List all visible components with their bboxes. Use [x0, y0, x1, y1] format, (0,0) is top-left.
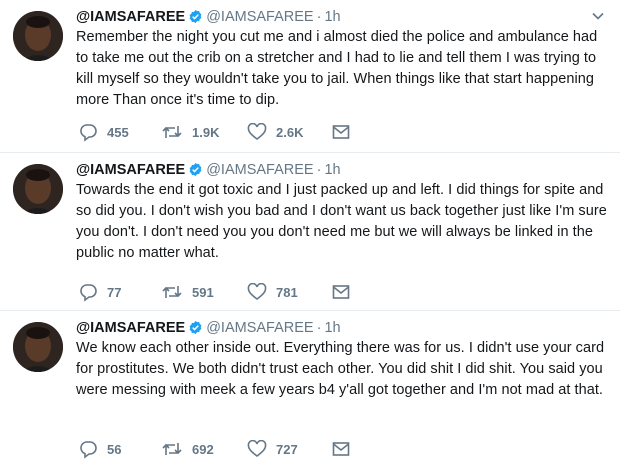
separator-dot: · — [316, 162, 322, 178]
retweet-icon — [161, 440, 183, 458]
user-handle[interactable]: @IAMSAFAREE — [206, 320, 313, 336]
like-count: 781 — [276, 284, 298, 300]
tweet-feed: @IAMSAFAREE @IAMSAFAREE · 1h Remember the n… — [0, 0, 620, 469]
like-count: 2.6K — [276, 124, 304, 140]
retweet-icon — [161, 123, 183, 141]
like-button[interactable]: 781 — [247, 281, 298, 303]
tweet[interactable]: @IAMSAFAREE @IAMSAFAREE · 1h Towards the en… — [0, 153, 620, 311]
tweet-header: @IAMSAFAREE @IAMSAFAREE · 1h — [76, 319, 341, 340]
display-name[interactable]: @IAMSAFAREE — [76, 162, 185, 178]
chevron-down-icon[interactable] — [590, 8, 606, 24]
retweet-count: 692 — [192, 441, 214, 457]
verified-badge-icon — [188, 320, 203, 340]
heart-icon — [247, 123, 267, 141]
user-handle[interactable]: @IAMSAFAREE — [206, 9, 313, 25]
reply-icon — [78, 282, 98, 302]
retweet-count: 1.9K — [192, 124, 220, 140]
reply-count: 56 — [107, 441, 122, 457]
reply-button[interactable]: 77 — [78, 281, 121, 303]
heart-icon — [247, 440, 267, 458]
retweet-count: 591 — [192, 284, 214, 300]
direct-message-button[interactable] — [332, 438, 350, 460]
tweet[interactable]: @IAMSAFAREE @IAMSAFAREE · 1h Remember the n… — [0, 0, 620, 153]
like-button[interactable]: 2.6K — [247, 121, 303, 143]
envelope-icon — [332, 441, 350, 457]
retweet-button[interactable]: 591 — [161, 281, 214, 303]
direct-message-button[interactable] — [332, 121, 350, 143]
tweet-text: Remember the night you cut me and i almo… — [76, 29, 598, 108]
verified-badge-icon — [188, 162, 203, 182]
verified-badge-icon — [188, 9, 203, 29]
display-name[interactable]: @IAMSAFAREE — [76, 9, 185, 25]
tweet-header: @IAMSAFAREE @IAMSAFAREE · 1h — [76, 8, 341, 29]
tweet-text: Towards the end it got toxic and I just … — [76, 182, 607, 261]
retweet-button[interactable]: 692 — [161, 438, 214, 460]
envelope-icon — [332, 124, 350, 140]
avatar[interactable] — [13, 322, 63, 372]
reply-button[interactable]: 455 — [78, 121, 129, 143]
timestamp[interactable]: 1h — [324, 320, 340, 336]
user-handle[interactable]: @IAMSAFAREE — [206, 162, 313, 178]
separator-dot: · — [316, 320, 322, 336]
reply-icon — [78, 439, 98, 459]
avatar[interactable] — [13, 164, 63, 214]
tweet-header: @IAMSAFAREE @IAMSAFAREE · 1h — [76, 161, 341, 182]
display-name[interactable]: @IAMSAFAREE — [76, 320, 185, 336]
timestamp[interactable]: 1h — [324, 162, 340, 178]
heart-icon — [247, 283, 267, 301]
envelope-icon — [332, 284, 350, 300]
direct-message-button[interactable] — [332, 281, 350, 303]
tweet-text: We know each other inside out. Everythin… — [76, 340, 605, 398]
like-count: 727 — [276, 441, 298, 457]
avatar[interactable] — [13, 11, 63, 61]
tweet[interactable]: @IAMSAFAREE @IAMSAFAREE · 1h We know each o… — [0, 311, 620, 469]
reply-button[interactable]: 56 — [78, 438, 121, 460]
separator-dot: · — [316, 9, 322, 25]
timestamp[interactable]: 1h — [324, 9, 340, 25]
reply-count: 455 — [107, 124, 129, 140]
reply-count: 77 — [107, 284, 122, 300]
retweet-button[interactable]: 1.9K — [161, 121, 219, 143]
retweet-icon — [161, 283, 183, 301]
like-button[interactable]: 727 — [247, 438, 298, 460]
reply-icon — [78, 122, 98, 142]
